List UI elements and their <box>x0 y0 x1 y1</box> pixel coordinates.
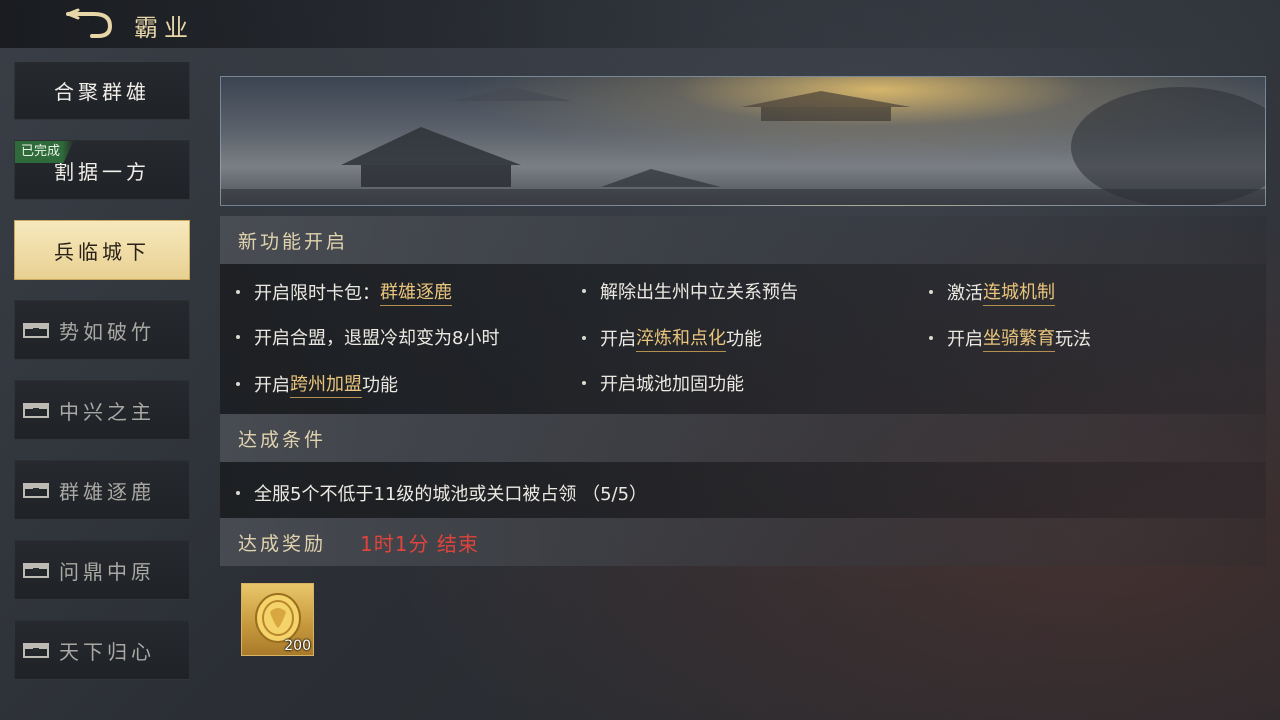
sidebar-item-shiru[interactable]: 势如破竹 <box>14 300 190 360</box>
feature-highlight: 群雄逐鹿 <box>380 278 452 306</box>
feature-text: 开启 <box>947 329 983 350</box>
feature-text-suffix: 功能 <box>362 375 398 396</box>
feature-text: 开启 <box>600 329 636 350</box>
sidebar-item-label: 群雄逐鹿 <box>59 479 155 504</box>
sidebar-item-wending[interactable]: 问鼎中原 <box>14 540 190 600</box>
feature-item: 开启 坐骑繁育 玩法 <box>929 324 1091 352</box>
chest-icon <box>23 323 49 338</box>
rewards-title: 达成奖励 <box>238 532 327 555</box>
sidebar-item-label: 兵临城下 <box>54 239 150 264</box>
conditions-section-header: 达成条件 <box>220 414 1266 462</box>
sidebar-item-binglin[interactable]: 兵临城下 <box>14 220 190 280</box>
conditions-list: 全服5个不低于11级的城池或关口被占领 （5/5） <box>220 462 1266 518</box>
sidebar-item-label: 割据一方 <box>54 159 150 184</box>
chest-icon <box>23 403 49 418</box>
conditions-title: 达成条件 <box>238 428 327 451</box>
reward-item[interactable]: 200 <box>241 583 314 656</box>
feature-highlight: 坐骑繁育 <box>983 324 1055 352</box>
feature-text: 解除出生州中立关系预告 <box>600 282 798 303</box>
features-section-header: 新功能开启 <box>220 216 1266 264</box>
bullet-icon <box>236 382 240 386</box>
chest-icon <box>23 483 49 498</box>
feature-text-suffix: 玩法 <box>1055 329 1091 350</box>
sidebar-item-label: 中兴之主 <box>59 399 155 424</box>
feature-text: 开启 <box>254 375 290 396</box>
sidebar-item-geju[interactable]: 已完成 割据一方 <box>14 140 190 200</box>
sidebar-item-label: 天下归心 <box>59 639 155 664</box>
condition-item: 全服5个不低于11级的城池或关口被占领 （5/5） <box>236 480 647 506</box>
chest-icon <box>23 563 49 578</box>
countdown-timer: 1时1分 结束 <box>360 531 479 556</box>
sidebar-item-label: 问鼎中原 <box>59 559 155 584</box>
top-bar: 霸业 <box>0 0 1280 48</box>
feature-item: 激活 连城机制 <box>929 278 1055 306</box>
feature-text: 开启限时卡包： <box>254 283 380 304</box>
sidebar-item-heju[interactable]: 合聚群雄 <box>14 62 190 120</box>
bullet-icon <box>582 289 586 293</box>
stage-banner-image <box>220 76 1266 206</box>
sidebar-item-label: 势如破竹 <box>59 319 155 344</box>
feature-text: 开启城池加固功能 <box>600 374 744 395</box>
bullet-icon <box>236 491 240 495</box>
rewards-section-header: 达成奖励 1时1分 结束 <box>220 518 1266 566</box>
feature-text: 激活 <box>947 283 983 304</box>
sidebar-item-qunxiong[interactable]: 群雄逐鹿 <box>14 460 190 520</box>
feature-item: 开启限时卡包： 群雄逐鹿 <box>236 278 452 306</box>
bullet-icon <box>929 336 933 340</box>
feature-highlight: 淬炼和点化 <box>636 324 726 352</box>
page-title: 霸业 <box>134 14 194 42</box>
feature-item: 开启合盟，退盟冷却变为8小时 <box>236 324 499 350</box>
features-title: 新功能开启 <box>238 230 349 253</box>
feature-highlight: 连城机制 <box>983 278 1055 306</box>
features-list: 开启限时卡包： 群雄逐鹿 解除出生州中立关系预告 激活 连城机制 开启合盟，退盟冷却… <box>220 264 1266 414</box>
feature-text-suffix: 功能 <box>726 329 762 350</box>
stage-sidebar: 合聚群雄 已完成 割据一方 兵临城下 势如破竹 中兴之主 群雄逐鹿 问鼎中原 天… <box>14 62 190 702</box>
condition-text: 全服5个不低于11级的城池或关口被占领 （5/5） <box>254 484 648 505</box>
palace-scene-illustration <box>221 87 1265 205</box>
feature-item: 解除出生州中立关系预告 <box>582 278 798 304</box>
feature-item: 开启城池加固功能 <box>582 370 744 396</box>
back-arrow-icon <box>66 8 113 38</box>
feature-highlight: 跨州加盟 <box>290 370 362 398</box>
back-button[interactable] <box>64 8 120 40</box>
chest-icon <box>23 643 49 658</box>
bullet-icon <box>236 290 240 294</box>
bullet-icon <box>929 290 933 294</box>
sidebar-item-zhongxing[interactable]: 中兴之主 <box>14 380 190 440</box>
feature-item: 开启 跨州加盟 功能 <box>236 370 398 398</box>
reward-count: 200 <box>284 638 311 654</box>
bullet-icon <box>582 336 586 340</box>
sidebar-item-tianxia[interactable]: 天下归心 <box>14 620 190 680</box>
feature-item: 开启 淬炼和点化 功能 <box>582 324 762 352</box>
bullet-icon <box>236 335 240 339</box>
sidebar-item-label: 合聚群雄 <box>54 79 150 104</box>
bullet-icon <box>582 381 586 385</box>
feature-text: 开启合盟，退盟冷却变为8小时 <box>254 328 500 349</box>
